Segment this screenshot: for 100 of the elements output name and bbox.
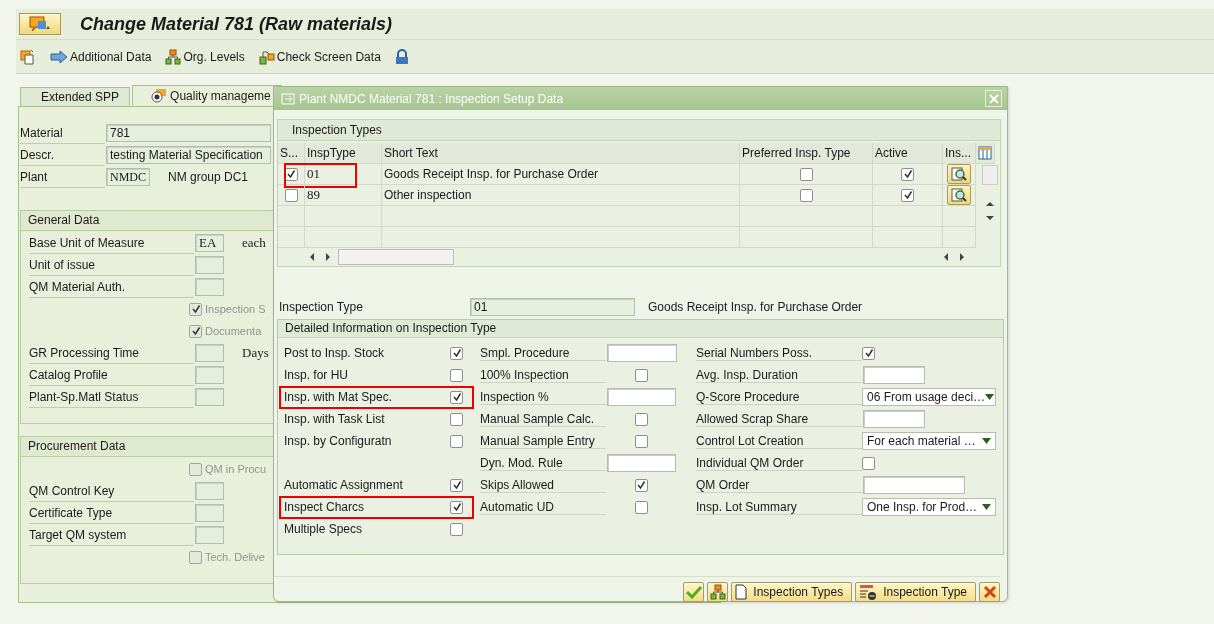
table-cell: 89 (305, 185, 382, 206)
input-field[interactable] (195, 504, 224, 522)
field-label: Dyn. Mod. Rule (480, 455, 606, 471)
input-field[interactable]: NMDC (106, 168, 150, 186)
input-field[interactable]: EA (195, 234, 224, 252)
field-label: Automatic UD (480, 499, 606, 515)
tab[interactable]: Extended SPP (20, 87, 131, 106)
row-detail-button[interactable] (947, 164, 971, 184)
input-field[interactable] (195, 482, 224, 500)
checkbox-label: Tech. Delive (205, 551, 265, 563)
toolbar-button[interactable]: Check Screen Data (258, 48, 381, 65)
input-field[interactable] (195, 278, 224, 296)
dialog-button[interactable] (683, 582, 705, 602)
window-title: Change Material 781 (Raw materials) (80, 13, 393, 35)
input-field[interactable] (863, 410, 925, 428)
field-label: Manual Sample Entry (480, 433, 606, 449)
checkbox[interactable] (634, 368, 648, 382)
hierarchy-icon (709, 584, 726, 600)
checkbox[interactable] (862, 456, 875, 470)
toolbar-button[interactable]: Additional Data (50, 49, 152, 64)
input-field[interactable]: 01 (470, 298, 635, 316)
magnifier-icon (951, 188, 967, 202)
field-label: Base Unit of Measure (29, 232, 194, 254)
input-field[interactable] (607, 454, 676, 472)
input-field[interactable] (863, 366, 925, 384)
column-settings-button[interactable] (976, 143, 995, 164)
check-icon (902, 190, 913, 200)
toolbar-button[interactable]: Org. Levels (165, 48, 245, 65)
dropdown[interactable]: For each material … (862, 432, 996, 450)
row-detail-button[interactable] (947, 185, 971, 205)
checkbox[interactable] (634, 478, 648, 492)
check-icon (286, 169, 296, 179)
toolbar-button[interactable] (20, 48, 36, 65)
checkbox[interactable] (450, 434, 463, 448)
menu-button[interactable] (19, 13, 61, 35)
checkbox[interactable] (284, 188, 298, 202)
checkbox[interactable] (799, 188, 813, 202)
tab[interactable]: Quality manageme (132, 85, 282, 106)
horizontal-scrollbar[interactable] (338, 249, 454, 265)
column-header[interactable]: InspType (305, 143, 382, 164)
field-label: Unit of issue (29, 254, 194, 276)
dialog-button[interactable]: Inspection Types (731, 582, 853, 602)
input-field[interactable] (607, 344, 677, 362)
field-label: Individual QM Order (696, 455, 862, 471)
check-icon (863, 348, 874, 358)
column-header[interactable]: S... (278, 143, 305, 164)
input-field[interactable] (195, 366, 224, 384)
field-label: Inspection % (480, 389, 606, 405)
checkbox[interactable] (634, 434, 648, 448)
field-label: Allowed Scrap Share (696, 411, 862, 427)
input-field[interactable]: 781 (106, 124, 271, 142)
column-header[interactable]: Short Text (382, 143, 740, 164)
input-field[interactable] (195, 256, 224, 274)
checkbox[interactable] (634, 500, 648, 514)
checkbox[interactable] (450, 346, 463, 360)
dialog-button[interactable]: Inspection Type (855, 582, 976, 602)
table-cell: Goods Receipt Insp. for Purchase Order (382, 164, 740, 185)
field-label: QM Order (696, 477, 862, 493)
checkbox[interactable] (450, 368, 463, 382)
input-field[interactable]: testing Material Specification (106, 146, 271, 164)
input-field[interactable] (607, 388, 676, 406)
dialog-button[interactable] (979, 582, 1000, 602)
input-field[interactable] (863, 476, 965, 494)
hierarchy-icon (165, 48, 182, 65)
column-header[interactable]: Active (873, 143, 943, 164)
checkbox[interactable] (450, 412, 463, 426)
linked-boxes-icon (258, 48, 275, 65)
checkbox[interactable] (450, 390, 463, 404)
lock-icon (394, 48, 409, 65)
field-label: Smpl. Procedure (480, 345, 606, 361)
checkbox-label: QM in Procu (205, 463, 267, 475)
checkbox[interactable] (862, 346, 875, 360)
checkbox[interactable] (450, 500, 463, 514)
dropdown-arrow-icon (982, 438, 991, 444)
column-header[interactable]: Preferred Insp. Type (740, 143, 873, 164)
dropdown[interactable]: 06 From usage deci… (862, 388, 996, 406)
checkbox[interactable] (450, 478, 463, 492)
column-header[interactable]: Ins... (943, 143, 976, 164)
input-field[interactable] (195, 388, 224, 406)
checkbox[interactable] (450, 522, 463, 536)
close-button[interactable] (985, 90, 1002, 107)
checkbox[interactable] (799, 167, 813, 181)
field-label: GR Processing Time (29, 342, 194, 364)
checkbox[interactable] (901, 188, 914, 202)
checkbox[interactable] (901, 167, 914, 181)
check-icon (451, 348, 462, 358)
table-icon (978, 146, 992, 160)
checkbox-label: Inspection S (205, 303, 266, 315)
field-label: Inspect Charcs (284, 500, 366, 514)
dialog-button[interactable] (707, 582, 729, 602)
field-label: Inspection Type (279, 300, 364, 314)
checkbox[interactable] (634, 412, 648, 426)
dropdown-arrow-icon (985, 394, 995, 400)
input-field[interactable] (195, 344, 224, 362)
toolbar-button[interactable] (394, 48, 409, 65)
field-label: Q-Score Procedure (696, 389, 862, 405)
field-label: Descr. (20, 144, 105, 166)
dropdown[interactable]: One Insp. for Prod… (862, 498, 996, 516)
field-label: Control Lot Creation (696, 433, 862, 449)
input-field[interactable] (195, 526, 224, 544)
